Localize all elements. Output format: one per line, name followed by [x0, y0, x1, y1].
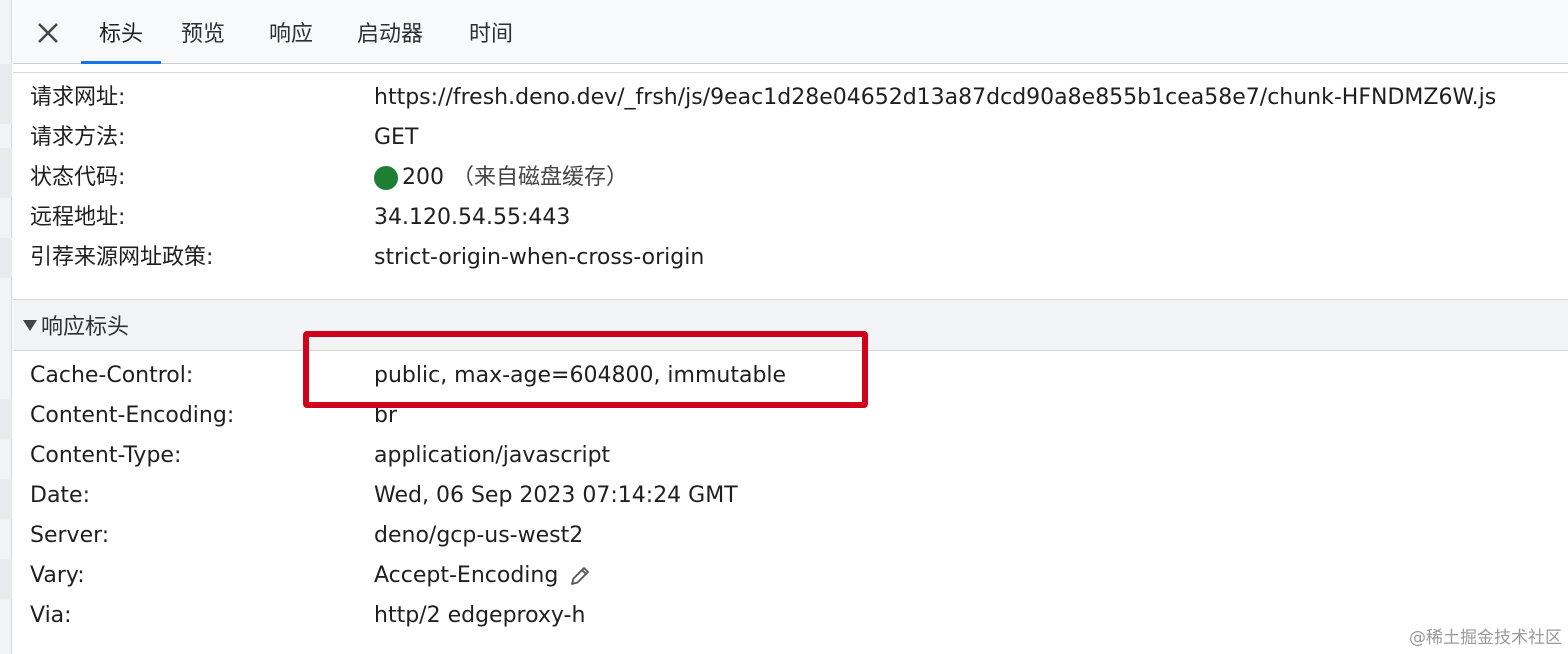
status-value[interactable]: 200 （来自磁盘缓存）	[374, 158, 628, 198]
tab-headers[interactable]: 标头	[81, 0, 161, 64]
gutter-band	[0, 479, 12, 519]
tab-label: 响应	[269, 22, 314, 47]
gutter-band	[0, 238, 12, 278]
header-row-server: Server: deno/gcp-us-west2	[30, 516, 1560, 556]
row-key: 远程地址:	[30, 205, 126, 230]
gutter-band	[0, 148, 12, 198]
tab-preview[interactable]: 预览	[181, 0, 225, 64]
gutter-band	[0, 559, 12, 599]
gutter-band	[0, 64, 12, 124]
row-value[interactable]: strict-origin-when-cross-origin	[374, 238, 704, 278]
row-key: 请求网址:	[30, 85, 126, 110]
general-row-status-code: 状态代码: 200 （来自磁盘缓存）	[30, 158, 1560, 198]
left-gutter	[0, 0, 12, 654]
status-note: （来自磁盘缓存）	[452, 165, 629, 190]
row-value[interactable]: application/javascript	[374, 436, 610, 476]
tab-label: 启动器	[357, 22, 424, 47]
row-key: Vary:	[30, 563, 85, 588]
row-value[interactable]: https://fresh.deno.dev/_frsh/js/9eac1d28…	[374, 78, 1496, 118]
row-key: 引荐来源网址政策:	[30, 245, 214, 270]
active-tab-indicator	[81, 61, 161, 64]
general-row-remote-address: 远程地址: 34.120.54.55:443	[30, 198, 1560, 238]
row-key: Date:	[30, 483, 90, 508]
tab-response[interactable]: 响应	[269, 0, 313, 64]
close-icon	[38, 23, 58, 43]
tab-label: 标头	[98, 22, 143, 47]
status-code: 200	[402, 165, 444, 190]
pencil-edit-icon[interactable]	[568, 564, 592, 588]
general-row-request-method: 请求方法: GET	[30, 118, 1560, 158]
vary-value[interactable]: Accept-Encoding	[374, 556, 592, 596]
header-row-content-encoding: Content-Encoding: br	[30, 396, 1560, 436]
general-row-request-url: 请求网址: https://fresh.deno.dev/_frsh/js/9e…	[30, 78, 1560, 118]
row-value[interactable]: public, max-age=604800, immutable	[374, 356, 786, 396]
row-key: Server:	[30, 523, 110, 548]
tab-label: 时间	[469, 22, 514, 47]
row-value[interactable]: 34.120.54.55:443	[374, 198, 570, 238]
devtools-headers-panel: 标头 预览 响应 启动器 时间 请求网址: https://fresh.deno…	[0, 0, 1568, 654]
tab-label: 预览	[181, 22, 226, 47]
row-key: Via:	[30, 603, 72, 628]
tab-timing[interactable]: 时间	[469, 0, 513, 64]
header-row-date: Date: Wed, 06 Sep 2023 07:14:24 GMT	[30, 476, 1560, 516]
header-row-content-type: Content-Type: application/javascript	[30, 436, 1560, 476]
tab-bar: 标头 预览 响应 启动器 时间	[13, 0, 1568, 64]
row-key: Content-Type:	[30, 443, 182, 468]
status-ok-icon	[374, 166, 398, 190]
row-key: Cache-Control:	[30, 363, 194, 388]
row-key: 请求方法:	[30, 125, 126, 150]
divider	[13, 72, 1568, 73]
row-value[interactable]: GET	[374, 118, 418, 158]
row-value[interactable]: deno/gcp-us-west2	[374, 516, 583, 556]
close-button[interactable]	[33, 18, 63, 48]
section-title: 响应标头	[41, 315, 130, 340]
gutter-band	[0, 399, 12, 439]
row-value[interactable]: br	[374, 396, 397, 436]
row-value[interactable]: http/2 edgeproxy-h	[374, 596, 585, 636]
row-value[interactable]: Wed, 06 Sep 2023 07:14:24 GMT	[374, 476, 738, 516]
row-value: Accept-Encoding	[374, 563, 559, 588]
tab-initiator[interactable]: 启动器	[357, 0, 423, 64]
watermark: @稀土掘金技术社区	[1409, 628, 1562, 648]
header-row-via: Via: http/2 edgeproxy-h	[30, 596, 1560, 636]
row-key: Content-Encoding:	[30, 403, 235, 428]
general-row-referrer-policy: 引荐来源网址政策: strict-origin-when-cross-origi…	[30, 238, 1560, 278]
expand-triangle-icon	[23, 319, 37, 331]
header-row-vary: Vary: Accept-Encoding	[30, 556, 1560, 596]
response-headers-section-header[interactable]: 响应标头	[13, 299, 1568, 351]
row-key: 状态代码:	[30, 165, 126, 190]
header-row-cache-control: Cache-Control: public, max-age=604800, i…	[30, 356, 1560, 396]
